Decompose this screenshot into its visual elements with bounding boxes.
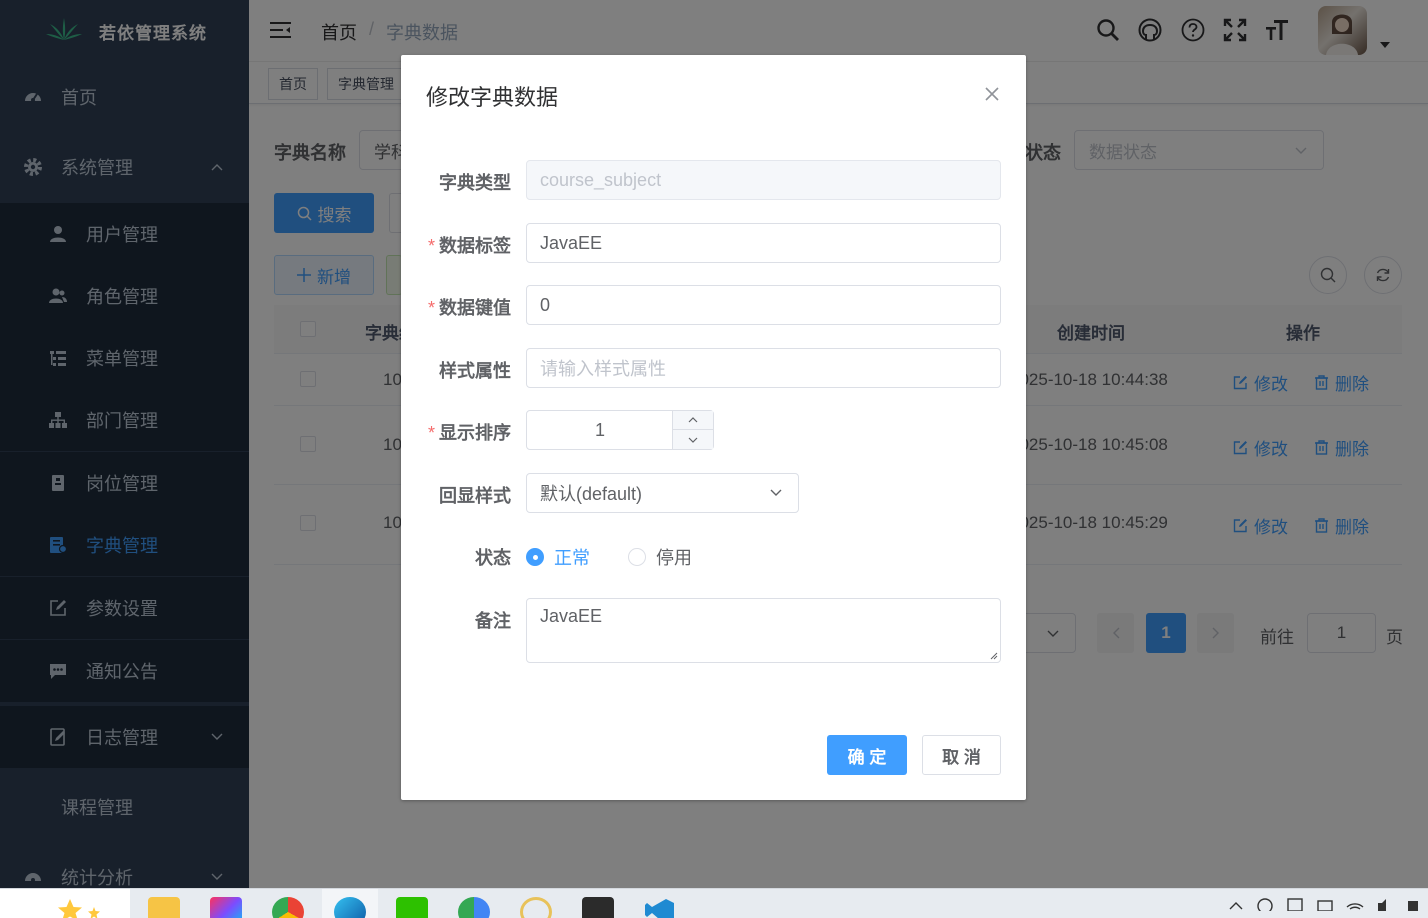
status-radio-disabled[interactable]: 停用 [628, 544, 692, 570]
status-disabled-label: 停用 [656, 548, 692, 568]
taskbar-widgets[interactable] [0, 889, 130, 918]
sort-value: 1 [594, 419, 605, 440]
cancel-button[interactable]: 取 消 [922, 735, 1001, 775]
list-class-value: 默认(default) [540, 484, 643, 504]
css-class-placeholder: 请输入样式属性 [540, 359, 666, 379]
label-dict-label: * 数据标签 [428, 232, 511, 258]
label-sort: * 显示排序 [428, 419, 511, 445]
battery-icon[interactable] [1316, 897, 1334, 911]
label-dict-type: 字典类型 [439, 169, 511, 195]
dialog-title: 修改字典数据 [426, 85, 559, 110]
label-dict-type-text: 字典类型 [439, 173, 511, 193]
css-class-input[interactable]: 请输入样式属性 [526, 348, 1001, 388]
wechat-icon[interactable] [396, 897, 428, 918]
label-dict-value-text: 数据键值 [439, 298, 511, 318]
label-css-class: 样式属性 [439, 357, 511, 383]
os-taskbar [0, 888, 1428, 918]
volume-icon[interactable] [1376, 897, 1394, 911]
status-radio-normal[interactable]: 正常 [526, 544, 590, 570]
wifi-icon[interactable] [1346, 897, 1364, 911]
chevron-up-icon[interactable] [1228, 897, 1244, 911]
label-list-class-text: 回显样式 [439, 486, 511, 506]
status-normal-label: 正常 [554, 548, 590, 568]
star-icon [56, 897, 108, 918]
label-css-class-text: 样式属性 [439, 361, 511, 381]
label-sort-text: 显示排序 [439, 423, 511, 443]
chevron-down-icon [688, 437, 698, 443]
label-status: 状态 [475, 544, 511, 570]
list-class-select[interactable]: 默认(default) [526, 473, 799, 513]
dict-value-value: 0 [540, 294, 551, 315]
chevron-down-icon [770, 489, 782, 497]
vscode-icon[interactable] [644, 897, 676, 918]
dict-label-value: JavaEE [540, 232, 603, 253]
confirm-button[interactable]: 确 定 [827, 735, 907, 775]
dict-type-input[interactable]: course_subject [526, 160, 1001, 200]
sort-number-input[interactable]: 1 [526, 410, 714, 450]
intellij-icon[interactable] [210, 897, 242, 918]
label-remark-text: 备注 [475, 611, 511, 631]
resize-handle-icon[interactable] [990, 652, 998, 660]
label-dict-value: * 数据键值 [428, 294, 511, 320]
sort-increase-button[interactable] [672, 411, 713, 430]
remark-textarea[interactable]: JavaEE [526, 598, 1001, 663]
notification-icon[interactable] [1406, 897, 1420, 911]
chevron-up-icon [688, 417, 698, 423]
network-icon[interactable] [1256, 897, 1274, 911]
required-mark: * [427, 236, 435, 256]
required-mark: * [427, 423, 435, 443]
browser-icon[interactable] [458, 897, 490, 918]
remark-value: JavaEE [540, 606, 603, 626]
close-icon[interactable] [983, 85, 1001, 103]
dict-value-input[interactable]: 0 [526, 285, 1001, 325]
label-dict-label-text: 数据标签 [439, 236, 511, 256]
terminal-icon[interactable] [582, 897, 614, 918]
required-mark: * [427, 298, 435, 318]
app-icon[interactable] [520, 897, 552, 918]
edit-dict-data-dialog: 修改字典数据 字典类型 course_subject * 数据标签 JavaEE … [401, 55, 1026, 800]
label-remark: 备注 [475, 607, 511, 633]
system-tray [1228, 897, 1420, 911]
label-status-text: 状态 [475, 548, 511, 568]
file-explorer-icon[interactable] [148, 897, 180, 918]
radio-checked-icon [526, 548, 544, 566]
label-list-class: 回显样式 [439, 482, 511, 508]
sort-decrease-button[interactable] [672, 430, 713, 449]
dict-type-value: course_subject [540, 169, 662, 190]
dict-label-input[interactable]: JavaEE [526, 223, 1001, 263]
security-icon[interactable] [1286, 897, 1304, 911]
chrome-icon[interactable] [272, 897, 304, 918]
radio-unchecked-icon [628, 548, 646, 566]
